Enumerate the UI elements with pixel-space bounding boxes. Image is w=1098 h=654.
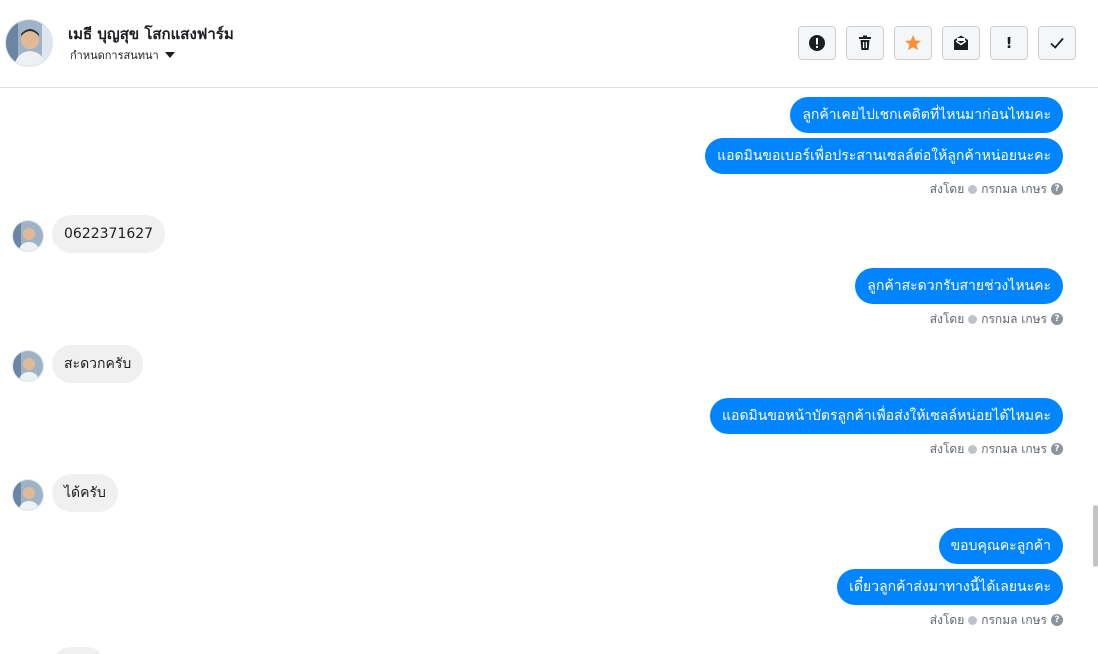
incoming-message-partial [52,647,106,654]
mark-spam-button[interactable] [798,26,836,60]
assign-label: กำหนดการสนทนา [70,49,159,62]
sent-by-line: ส่งโดย กรกมล เกษร ? [930,181,1063,197]
sender-avatar [12,350,44,382]
incoming-message: ได้ครับ [52,474,118,512]
mark-done-button[interactable] [1038,26,1076,60]
sent-by-prefix: ส่งโดย [929,612,965,627]
sent-by-prefix: ส่งโดย [929,181,965,196]
sent-by-line: ส่งโดย กรกมล เกษร ? [930,441,1063,457]
thread-scrollbar[interactable] [1093,505,1098,567]
outgoing-message: แอดมินขอหน้าบัตรลูกค้าเพื่อส่งให้เซลล์หน… [710,398,1063,434]
sent-by-line: ส่งโดย กรกมล เกษร ? [930,612,1063,628]
sent-by-prefix: ส่งโดย [929,311,965,326]
agent-dot-icon [968,444,978,454]
incoming-message: สะดวกครับ [52,345,144,383]
delete-button[interactable] [846,26,884,60]
incoming-message: 0622371627 [52,215,166,253]
outgoing-message: ขอบคุณคะลูกค้า [938,528,1063,564]
sent-by-prefix: ส่งโดย [929,441,965,456]
sender-avatar [12,479,44,511]
agent-dot-icon [968,314,978,324]
help-icon[interactable]: ? [1051,313,1063,325]
sender-avatar [12,220,44,252]
sent-by-line: ส่งโดย กรกมล เกษร ? [930,311,1063,327]
outgoing-message: ลูกค้าสะดวกรับสายช่วงไหนคะ [855,268,1063,304]
help-icon[interactable]: ? [1051,614,1063,626]
mark-unread-button[interactable] [942,26,980,60]
message-thread: ลูกค้าเคยไปเชกเคดิตที่ไหนมาก่อนไหมคะ แอด… [0,89,1098,654]
follow-up-button[interactable]: ! [990,26,1028,60]
outgoing-message: แอดมินขอเบอร์เพื่อประสานเซลล์ต่อให้ลูกค้… [705,138,1063,174]
sent-by-name: กรกมล เกษร [981,181,1047,196]
alert-circle-icon [809,35,825,51]
sent-by-name: กรกมล เกษร [981,441,1047,456]
outgoing-message: ลูกค้าเคยไปเชกเคดิตที่ไหนมาก่อนไหมคะ [790,97,1063,133]
sent-by-name: กรกมล เกษร [981,311,1047,326]
star-icon [905,35,921,51]
help-icon[interactable]: ? [1051,443,1063,455]
assign-conversation-dropdown[interactable]: กำหนดการสนทนา [70,46,175,64]
caret-down-icon [164,52,175,58]
check-icon [1050,37,1064,49]
mark-unread-icon [954,35,968,50]
star-button[interactable] [894,26,932,60]
conversation-header: เมธี บุญสุข โสกแสงฟาร์ม กำหนดการสนทนา ! [0,0,1098,88]
sent-by-name: กรกมล เกษร [981,612,1047,627]
contact-name: เมธี บุญสุข โสกแสงฟาร์ม [68,25,234,43]
exclamation-icon: ! [1005,34,1013,52]
agent-dot-icon [968,184,978,194]
contact-avatar[interactable] [5,19,53,67]
trash-icon [859,35,871,50]
outgoing-message: เดี๋ยวลูกค้าส่งมาทางนี้ได้เลยนะคะ [837,569,1063,605]
help-icon[interactable]: ? [1051,183,1063,195]
agent-dot-icon [968,615,978,625]
